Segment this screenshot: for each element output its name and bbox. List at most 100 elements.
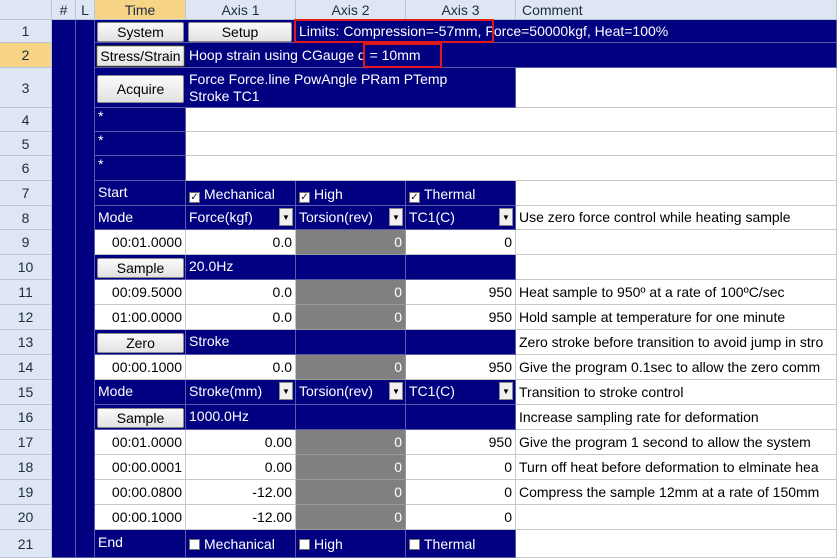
end-high-cell[interactable]: High <box>296 530 406 558</box>
mode1-axis2-select[interactable]: Torsion(rev) ▼ <box>296 206 406 230</box>
row-3-comment[interactable] <box>516 68 837 108</box>
row-18-axis2[interactable]: 0 <box>296 455 406 480</box>
setup-button[interactable]: Setup <box>188 22 292 42</box>
end-mechanical-cell[interactable]: Mechanical <box>186 530 296 558</box>
row-header-5[interactable]: 5 <box>0 132 52 156</box>
row-9-axis3[interactable]: 0 <box>406 230 516 255</box>
column-header-l[interactable]: L <box>76 0 95 20</box>
chevron-down-icon[interactable]: ▼ <box>279 382 293 400</box>
row-9-axis2[interactable]: 0 <box>296 230 406 255</box>
start-thermal-checkbox[interactable]: ✓ <box>409 192 420 203</box>
row-header-2[interactable]: 2 <box>0 43 52 68</box>
stress-strain-button[interactable]: Stress/Strain <box>96 45 185 67</box>
row-9-time[interactable]: 00:01.0000 <box>95 230 186 255</box>
mode2-axis3-select[interactable]: TC1(C) ▼ <box>406 380 516 405</box>
row-14-axis2[interactable]: 0 <box>296 355 406 380</box>
row-10-axis3[interactable] <box>406 255 516 280</box>
row-13-comment[interactable]: Zero stroke before transition to avoid j… <box>516 330 837 355</box>
start-mechanical-checkbox[interactable]: ✓ <box>189 192 200 203</box>
row-header-9[interactable]: 9 <box>0 230 52 255</box>
row-12-time[interactable]: 01:00.0000 <box>95 305 186 330</box>
column-header-hash[interactable]: # <box>52 0 76 20</box>
row-18-axis3[interactable]: 0 <box>406 455 516 480</box>
end-thermal-cell[interactable]: Thermal <box>406 530 516 558</box>
acquire-channels-line2[interactable]: Stroke TC1 <box>186 87 516 105</box>
row-10-axis1[interactable]: 20.0Hz <box>186 255 296 280</box>
mode1-axis3-select[interactable]: TC1(C) ▼ <box>406 206 516 230</box>
row-19-time[interactable]: 00:00.0800 <box>95 480 186 505</box>
row-header-1[interactable]: 1 <box>0 20 52 43</box>
row-header-6[interactable]: 6 <box>0 156 52 181</box>
row-12-axis3[interactable]: 950 <box>406 305 516 330</box>
mode2-axis2-select[interactable]: Torsion(rev) ▼ <box>296 380 406 405</box>
row-header-17[interactable]: 17 <box>0 430 52 455</box>
row-11-time[interactable]: 00:09.5000 <box>95 280 186 305</box>
row-21-comment[interactable] <box>516 530 837 558</box>
mode2-axis1-select[interactable]: Stroke(mm) ▼ <box>186 380 296 405</box>
row-header-10[interactable]: 10 <box>0 255 52 280</box>
corner-header[interactable] <box>0 0 52 20</box>
row-20-comment[interactable] <box>516 505 837 530</box>
chevron-down-icon[interactable]: ▼ <box>279 208 293 226</box>
row-20-time[interactable]: 00:00.1000 <box>95 505 186 530</box>
row-14-time[interactable]: 00:00.1000 <box>95 355 186 380</box>
end-mechanical-checkbox[interactable] <box>189 539 200 550</box>
row-18-time[interactable]: 00:00.0001 <box>95 455 186 480</box>
end-thermal-checkbox[interactable] <box>409 539 420 550</box>
row-5-star[interactable]: * <box>95 132 186 156</box>
acquire-channels-line1[interactable]: Force Force.line PowAngle PRam PTemp <box>186 70 516 88</box>
row-16-axis3[interactable] <box>406 405 516 430</box>
row-header-20[interactable]: 20 <box>0 505 52 530</box>
row-header-15[interactable]: 15 <box>0 380 52 405</box>
row-16-axis1[interactable]: 1000.0Hz <box>186 405 296 430</box>
row-18-comment[interactable]: Turn off heat before deformation to elmi… <box>516 455 837 480</box>
row-12-axis1[interactable]: 0.0 <box>186 305 296 330</box>
start-high-checkbox[interactable]: ✓ <box>299 192 310 203</box>
column-header-axis3[interactable]: Axis 3 <box>406 0 516 20</box>
column-header-axis1[interactable]: Axis 1 <box>186 0 296 20</box>
row-8-comment[interactable]: Use zero force control while heating sam… <box>516 206 837 230</box>
row-header-4[interactable]: 4 <box>0 108 52 132</box>
row-14-axis1[interactable]: 0.0 <box>186 355 296 380</box>
row-header-16[interactable]: 16 <box>0 405 52 430</box>
row-6-empty[interactable] <box>186 156 837 181</box>
row-17-axis2[interactable]: 0 <box>296 430 406 455</box>
row-header-7[interactable]: 7 <box>0 181 52 206</box>
sample-button-1[interactable]: Sample <box>97 258 184 278</box>
row-4-empty[interactable] <box>186 108 837 132</box>
row-14-axis3[interactable]: 950 <box>406 355 516 380</box>
chevron-down-icon[interactable]: ▼ <box>389 208 403 226</box>
row-20-axis1[interactable]: -12.00 <box>186 505 296 530</box>
row-19-axis1[interactable]: -12.00 <box>186 480 296 505</box>
row-18-axis1[interactable]: 0.00 <box>186 455 296 480</box>
row-11-axis3[interactable]: 950 <box>406 280 516 305</box>
row-6-star[interactable]: * <box>95 156 186 181</box>
row-header-19[interactable]: 19 <box>0 480 52 505</box>
stress-strain-text[interactable]: Hoop strain using CGauge d = 10mm <box>186 43 516 68</box>
row-5-empty[interactable] <box>186 132 837 156</box>
chevron-down-icon[interactable]: ▼ <box>499 208 513 226</box>
column-header-comment[interactable]: Comment <box>516 0 837 20</box>
row-9-comment[interactable] <box>516 230 837 255</box>
row-17-axis1[interactable]: 0.00 <box>186 430 296 455</box>
start-high-cell[interactable]: ✓ High <box>296 181 406 206</box>
chevron-down-icon[interactable]: ▼ <box>499 382 513 400</box>
column-header-axis2[interactable]: Axis 2 <box>296 0 406 20</box>
row-19-comment[interactable]: Compress the sample 12mm at a rate of 15… <box>516 480 837 505</box>
limits-text[interactable]: Limits: Compression=-57mm, Force=50000kg… <box>296 20 837 43</box>
sample-button-2[interactable]: Sample <box>97 408 184 428</box>
acquire-button[interactable]: Acquire <box>97 75 184 103</box>
row-11-axis1[interactable]: 0.0 <box>186 280 296 305</box>
mode1-axis1-select[interactable]: Force(kgf) ▼ <box>186 206 296 230</box>
row-17-time[interactable]: 00:01.0000 <box>95 430 186 455</box>
row-7-comment[interactable] <box>516 181 837 206</box>
row-13-axis1[interactable]: Stroke <box>186 330 296 355</box>
row-12-comment[interactable]: Hold sample at temperature for one minut… <box>516 305 837 330</box>
row-20-axis3[interactable]: 0 <box>406 505 516 530</box>
row-17-axis3[interactable]: 950 <box>406 430 516 455</box>
row-16-axis2[interactable] <box>296 405 406 430</box>
row-header-21[interactable]: 21 <box>0 530 52 558</box>
start-mechanical-cell[interactable]: ✓ Mechanical <box>186 181 296 206</box>
row-9-axis1[interactable]: 0.0 <box>186 230 296 255</box>
row-12-axis2[interactable]: 0 <box>296 305 406 330</box>
